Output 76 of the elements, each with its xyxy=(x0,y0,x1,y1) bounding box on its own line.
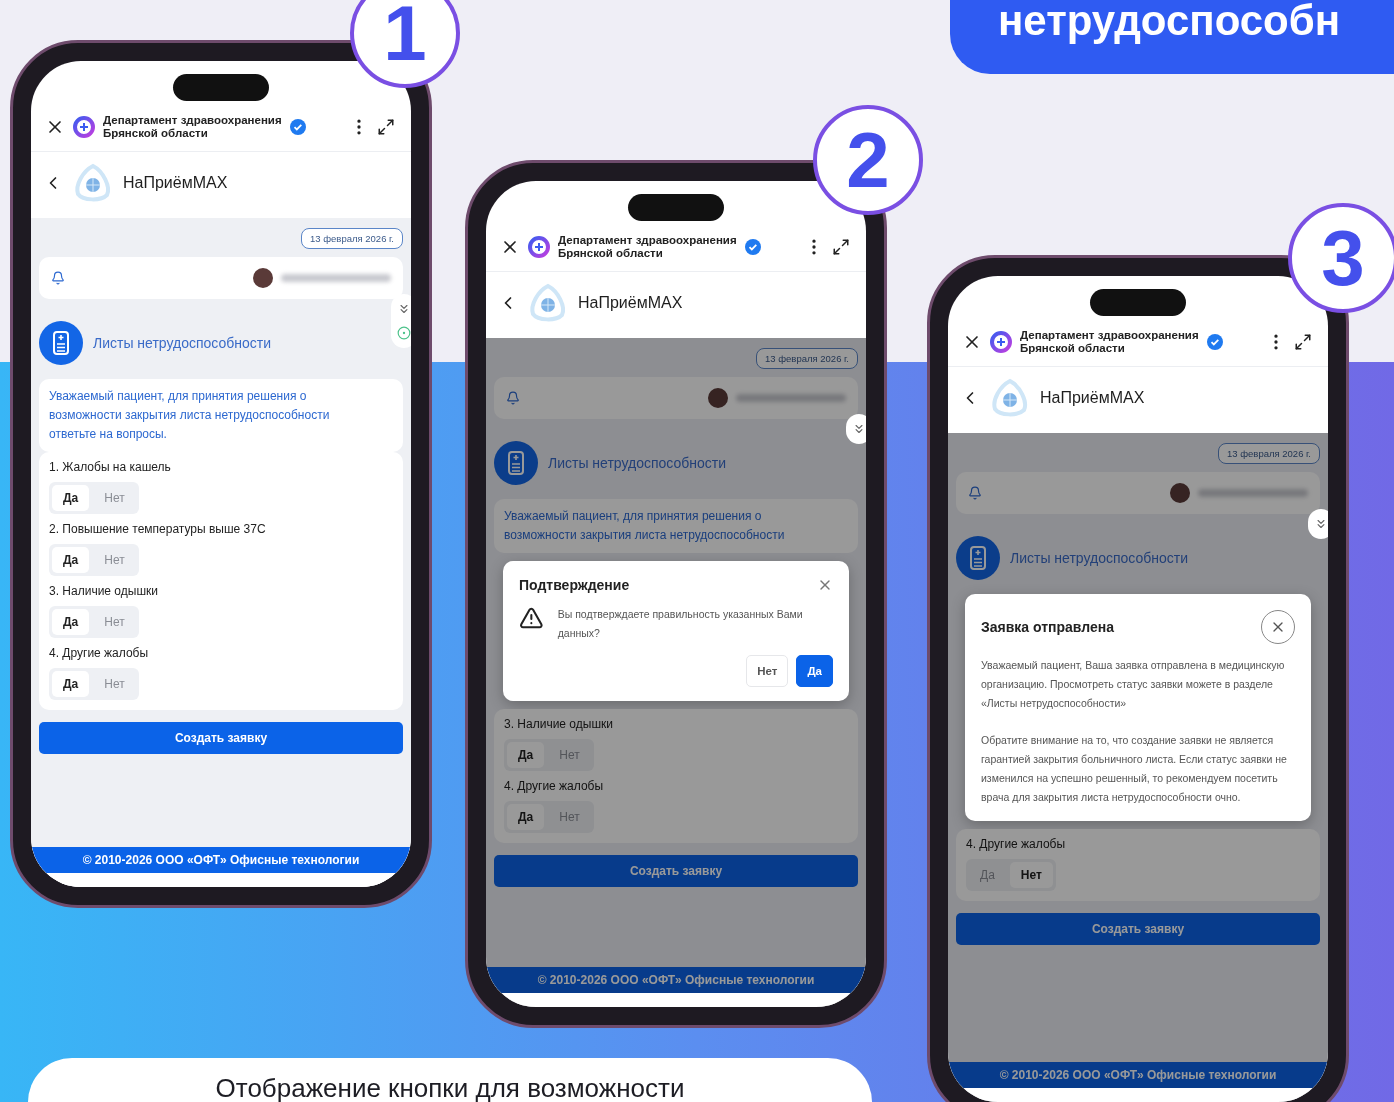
answer-option[interactable]: Нет xyxy=(93,547,136,573)
document-icon xyxy=(494,441,538,485)
expand-icon[interactable] xyxy=(832,238,850,256)
chevron-down-icon[interactable] xyxy=(852,422,866,436)
intro-text: Уважаемый пациент, для принятия решения о возможности закрытия листа нетрудоспособности xyxy=(494,499,858,553)
answer-option[interactable]: Нет xyxy=(93,609,136,635)
answer-option[interactable]: Да xyxy=(507,804,545,830)
avatar xyxy=(1170,483,1190,503)
dialog-title: Подтверждение xyxy=(519,577,630,593)
question-text: 1. Жалобы на кашель xyxy=(49,460,172,474)
bot-name: НаПриёмMAX xyxy=(578,294,683,312)
footer-bar: © 2010-2026 ООО «ОФТ» Офисные технологии xyxy=(31,847,411,873)
answer-option[interactable]: Нет xyxy=(93,485,136,511)
verified-icon xyxy=(289,119,306,135)
section-title: Листы нетрудоспособности xyxy=(1010,550,1189,566)
step-badge: 3 xyxy=(1288,203,1394,313)
create-request-button[interactable]: Создать заявку xyxy=(494,855,858,887)
intro-text: Уважаемый пациент, для принятия решения о возможности закрытия листа нетрудоспособности ответьте на вопросы. xyxy=(39,379,403,452)
create-request-button[interactable]: Создать заявку xyxy=(39,722,403,754)
dialog-text: Обратите внимание на то, что создание заявки не является гарантией закрытия больничного листа. Если статус заявки не изменился на успешно решенный, то рекомендуем посетить врача для закрытия листа нетрудоспособности очно. xyxy=(981,733,1288,805)
question-text: 4. Другие жалобы xyxy=(49,646,150,660)
document-icon xyxy=(39,321,83,365)
answer-option[interactable]: Да xyxy=(52,609,90,635)
bot-logo-icon xyxy=(528,283,568,323)
bell-icon[interactable] xyxy=(51,271,65,285)
question-text: 4. Другие жалобы xyxy=(966,837,1067,851)
verified-icon xyxy=(1206,334,1223,350)
bot-name: НаПриёмMAX xyxy=(1040,389,1145,407)
question-text: 3. Наличие одышки xyxy=(49,584,159,598)
dialog-text: Вы подтверждаете правильность указанных Вами данных? xyxy=(557,607,804,641)
expand-icon[interactable] xyxy=(1294,333,1312,351)
verified-icon xyxy=(744,239,761,255)
answer-option[interactable]: Нет xyxy=(1009,862,1053,888)
create-request-button[interactable]: Создать заявку xyxy=(956,913,1320,945)
org-title: Департамент здравоохранения Брянской области xyxy=(1020,328,1199,356)
warning-icon xyxy=(519,605,544,631)
org-logo-icon xyxy=(73,116,95,138)
question-text: 3. Наличие одышки xyxy=(504,717,614,731)
org-logo-icon xyxy=(990,331,1012,353)
date-label: 13 февраля 2026 г. xyxy=(756,348,858,369)
bell-icon[interactable] xyxy=(968,486,982,500)
chevron-down-icon[interactable] xyxy=(1314,517,1328,531)
answer-option[interactable]: Да xyxy=(507,742,545,768)
avatar xyxy=(253,268,273,288)
bell-icon[interactable] xyxy=(506,391,520,405)
footer-bar: © 2010-2026 ООО «ОФТ» Офисные технологии xyxy=(486,967,866,993)
bot-logo-icon xyxy=(73,163,113,203)
dialog-title: Заявка отправлена xyxy=(981,619,1115,635)
section-title: Листы нетрудоспособности xyxy=(93,335,272,351)
date-label: 13 февраля 2026 г. xyxy=(301,228,403,249)
step-badge: 2 xyxy=(813,105,923,215)
decline-button[interactable]: Нет xyxy=(746,655,789,687)
avatar xyxy=(708,388,728,408)
answer-option[interactable]: Да xyxy=(52,671,90,697)
date-label: 13 февраля 2026 г. xyxy=(1218,443,1320,464)
question-text: 4. Другие жалобы xyxy=(504,779,605,793)
document-icon xyxy=(956,536,1000,580)
footer-bar: © 2010-2026 ООО «ОФТ» Офисные технологии xyxy=(948,1062,1328,1088)
org-title: Департамент здравоохранения Брянской области xyxy=(558,233,737,261)
section-title: Листы нетрудоспособности xyxy=(548,455,727,471)
chevron-down-icon[interactable] xyxy=(397,302,411,316)
step-badge: 1 xyxy=(350,0,460,88)
answer-option[interactable]: Да xyxy=(52,547,90,573)
caption-text: Отображение кнопки для возможности xyxy=(215,1074,685,1102)
title-banner: нетрудоспособн xyxy=(950,0,1394,74)
org-title: Департамент здравоохранения Брянской области xyxy=(103,113,282,141)
answer-option[interactable]: Да xyxy=(52,485,90,511)
bot-logo-icon xyxy=(990,378,1030,418)
expand-icon[interactable] xyxy=(377,118,395,136)
close-button[interactable] xyxy=(1261,610,1295,644)
answer-option[interactable]: Нет xyxy=(93,671,136,697)
question-text: 2. Повышение температуры выше 37С xyxy=(49,522,267,536)
org-logo-icon xyxy=(528,236,550,258)
confirm-button[interactable]: Да xyxy=(796,655,833,687)
dialog-text: Уважаемый пациент, Ваша заявка отправлена в медицинскую организацию. Просмотреть статус заявки можете в разделе «Листы нетрудоспособности» xyxy=(981,658,1286,711)
bot-name: НаПриёмMAX xyxy=(123,174,228,192)
